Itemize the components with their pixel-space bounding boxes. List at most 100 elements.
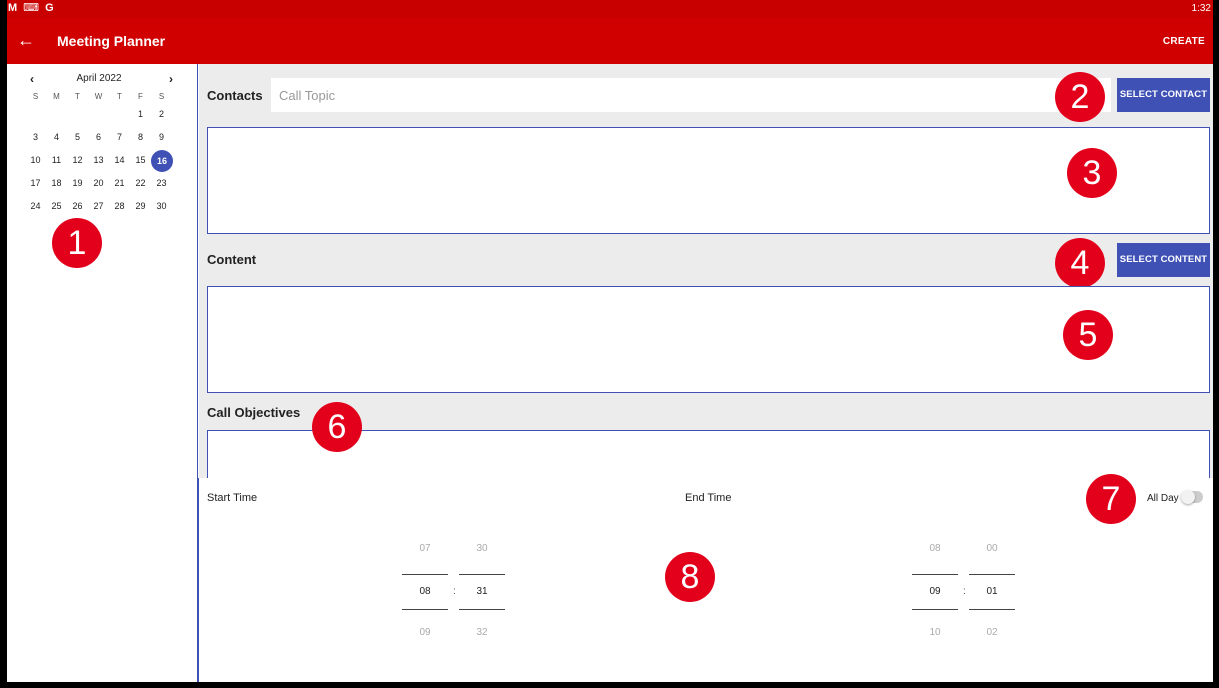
- calendar-day[interactable]: 30: [151, 196, 172, 219]
- end-hour-value[interactable]: 09: [912, 574, 958, 610]
- weekday-label: T: [117, 92, 122, 101]
- all-day-toggle[interactable]: [1181, 490, 1203, 504]
- annotation-badge-2: 2: [1055, 72, 1105, 122]
- start-hour-next: 09: [419, 627, 431, 638]
- end-minute-picker[interactable]: 00 01 02: [969, 543, 1015, 641]
- call-topic-input[interactable]: [271, 78, 1111, 112]
- calendar-day[interactable]: 4: [46, 127, 67, 150]
- start-hour-prev: 07: [419, 543, 431, 554]
- calendar-day[interactable]: 29: [130, 196, 151, 219]
- calendar-day[interactable]: 20: [88, 173, 109, 196]
- calendar-day[interactable]: 21: [109, 173, 130, 196]
- start-minute-prev: 30: [476, 543, 488, 554]
- start-hour-value[interactable]: 08: [402, 574, 448, 610]
- page-title: Meeting Planner: [57, 33, 166, 49]
- annotation-badge-8: 8: [665, 552, 715, 602]
- calendar-day[interactable]: 27: [88, 196, 109, 219]
- content-list-box[interactable]: [207, 286, 1210, 393]
- calendar-day[interactable]: 23: [151, 173, 172, 196]
- toggle-knob: [1181, 490, 1195, 504]
- calendar-blank-cell: [88, 104, 109, 127]
- calendar-weekdays: SMTWTFS: [25, 92, 172, 101]
- chevron-right-icon[interactable]: ›: [169, 72, 173, 86]
- calendar-day[interactable]: 18: [46, 173, 67, 196]
- annotation-badge-3: 3: [1067, 148, 1117, 198]
- annotation-badge-1: 1: [52, 218, 102, 268]
- calendar-day-selected[interactable]: 16: [151, 150, 173, 172]
- app-window: M ⌨ G 1:32 ← Meeting Planner CREATE ‹ Ap…: [7, 0, 1213, 682]
- calendar-header: ‹ April 2022 ›: [25, 72, 173, 86]
- calendar-day[interactable]: 19: [67, 173, 88, 196]
- calendar-day[interactable]: 17: [25, 173, 46, 196]
- calendar-day[interactable]: 5: [67, 127, 88, 150]
- annotation-badge-4: 4: [1055, 238, 1105, 288]
- calendar-day[interactable]: 25: [46, 196, 67, 219]
- end-minute-next: 02: [986, 627, 998, 638]
- google-icon: G: [45, 2, 54, 14]
- calendar-day[interactable]: 6: [88, 127, 109, 150]
- create-button[interactable]: CREATE: [1163, 36, 1205, 47]
- end-hour-picker[interactable]: 08 09 10: [912, 543, 958, 641]
- meeting-form: Contacts SELECT CONTACT 2 3 Content SELE…: [199, 64, 1213, 490]
- calendar-day[interactable]: 14: [109, 150, 130, 173]
- annotation-badge-7: 7: [1086, 474, 1136, 524]
- calendar-blank-cell: [109, 104, 130, 127]
- select-contact-button[interactable]: SELECT CONTACT: [1117, 78, 1210, 112]
- weekday-label: F: [138, 92, 143, 101]
- annotation-badge-5: 5: [1063, 310, 1113, 360]
- calendar-day[interactable]: 9: [151, 127, 172, 150]
- calendar-blank-cell: [25, 104, 46, 127]
- end-minute-prev: 00: [986, 543, 998, 554]
- start-minute-picker[interactable]: 30 31 32: [459, 543, 505, 641]
- weekday-label: M: [53, 92, 60, 101]
- calendar-day[interactable]: 13: [88, 150, 109, 173]
- calendar-month-label: April 2022: [76, 73, 122, 84]
- calendar-day[interactable]: 12: [67, 150, 88, 173]
- calendar-days-grid: 1 2 3 4 5 6 7 8 9 10 11 12 13 14 15 16 17 18 19 20 21 22 23 24 2…: [25, 104, 173, 219]
- calendar-day[interactable]: 10: [25, 150, 46, 173]
- select-content-button[interactable]: SELECT CONTENT: [1117, 243, 1210, 277]
- end-minute-value[interactable]: 01: [969, 574, 1015, 610]
- weekday-label: T: [75, 92, 80, 101]
- calendar-day[interactable]: 11: [46, 150, 67, 173]
- notification-icons: M ⌨ G: [8, 2, 54, 14]
- status-bar: M ⌨ G 1:32: [7, 0, 1213, 18]
- call-objectives-label: Call Objectives: [207, 405, 301, 420]
- end-time-separator: :: [963, 586, 966, 597]
- calendar-day[interactable]: 24: [25, 196, 46, 219]
- end-time-label: End Time: [685, 492, 732, 504]
- calendar-day[interactable]: 2: [151, 104, 172, 127]
- calendar-day[interactable]: 22: [130, 173, 151, 196]
- calendar-day[interactable]: 15: [130, 150, 151, 173]
- calendar-blank-cell: [46, 104, 67, 127]
- calendar-day[interactable]: 26: [67, 196, 88, 219]
- gmail-icon: M: [8, 2, 18, 14]
- back-arrow-icon[interactable]: ←: [17, 30, 35, 50]
- weekday-label: S: [158, 92, 165, 101]
- start-time-separator: :: [453, 586, 456, 597]
- start-hour-picker[interactable]: 07 08 09: [402, 543, 448, 641]
- start-minute-value[interactable]: 31: [459, 574, 505, 610]
- content-label: Content: [207, 252, 257, 267]
- calendar-day[interactable]: 3: [25, 127, 46, 150]
- start-time-label: Start Time: [207, 492, 258, 504]
- time-panel: Start Time End Time All Day 7 07 08 09 :…: [198, 474, 1213, 682]
- contacts-label: Contacts: [207, 88, 263, 103]
- calendar-day[interactable]: 7: [109, 127, 130, 150]
- keyboard-icon: ⌨: [23, 2, 40, 14]
- end-hour-prev: 08: [929, 543, 941, 554]
- status-time: 1:32: [1191, 3, 1211, 14]
- contacts-list-box[interactable]: [207, 127, 1210, 234]
- end-hour-next: 10: [929, 627, 941, 638]
- start-minute-next: 32: [476, 627, 488, 638]
- weekday-label: W: [94, 92, 103, 101]
- app-bar: ← Meeting Planner CREATE: [7, 18, 1213, 64]
- weekday-label: S: [32, 92, 39, 101]
- calendar-day[interactable]: 28: [109, 196, 130, 219]
- calendar-blank-cell: [67, 104, 88, 127]
- calendar-sidebar: ‹ April 2022 › SMTWTFS 1 2 3 4 5 6 7 8 9 10 11 12 13…: [7, 64, 198, 682]
- all-day-label: All Day: [1147, 493, 1179, 504]
- calendar-day[interactable]: 8: [130, 127, 151, 150]
- calendar-day[interactable]: 1: [130, 104, 151, 127]
- annotation-badge-6: 6: [312, 402, 362, 452]
